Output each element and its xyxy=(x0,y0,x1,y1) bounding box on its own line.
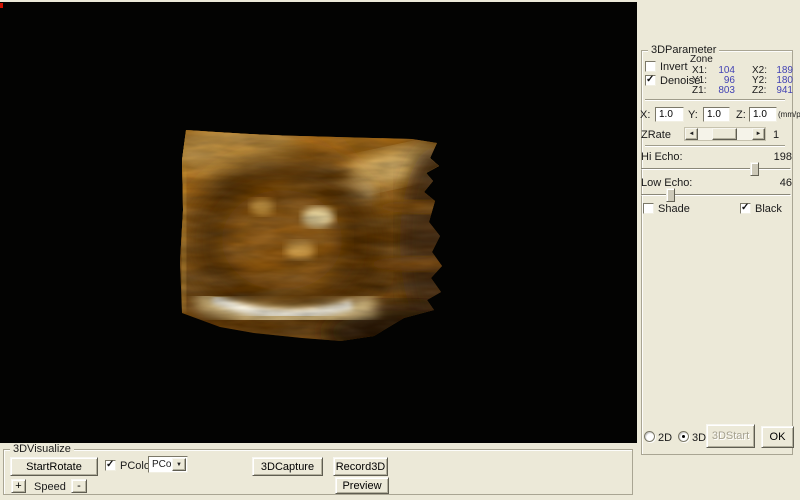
y-scale-label: Y: xyxy=(688,109,698,121)
check-icon: ✓ xyxy=(646,74,655,85)
invert-checkbox[interactable]: ✓ xyxy=(645,61,656,72)
preview-button[interactable]: Preview xyxy=(335,477,389,494)
record-3d-button[interactable]: Record3D xyxy=(333,457,388,476)
hi-echo-slider-thumb[interactable] xyxy=(750,162,759,176)
check-icon: ✓ xyxy=(741,202,750,213)
black-label: Black xyxy=(755,203,782,215)
ultrasound-render xyxy=(180,130,442,341)
pcolor-checkbox[interactable]: ✓ xyxy=(105,459,116,471)
shade-label: Shade xyxy=(658,203,690,215)
low-echo-slider-track[interactable] xyxy=(641,194,791,196)
speed-plus-button[interactable]: + xyxy=(11,479,26,493)
y-scale-input[interactable] xyxy=(703,107,730,122)
hi-echo-slider[interactable] xyxy=(641,162,791,176)
visualize-panel: 3DVisualize StartRotate + Speed - ✓ PCol… xyxy=(0,443,637,500)
divider xyxy=(645,145,785,147)
scale-unit-label: (mm/p) xyxy=(778,110,800,119)
zone-z2-value: 941 xyxy=(776,85,793,96)
zrate-label: ZRate xyxy=(641,129,671,141)
low-echo-slider-thumb[interactable] xyxy=(666,188,675,202)
x-scale-label: X: xyxy=(640,109,651,121)
visualize-group-title: 3DVisualize xyxy=(10,444,74,455)
divider xyxy=(645,99,785,101)
ok-button[interactable]: OK xyxy=(761,426,794,448)
capture-3d-button[interactable]: 3DCapture xyxy=(252,457,323,476)
pcolor-select-arrow-button[interactable]: ▼ xyxy=(172,458,186,471)
zrate-right-arrow-button[interactable]: ► xyxy=(752,128,765,140)
mode-2d-label: 2D xyxy=(658,432,673,444)
mode-3d-radio[interactable] xyxy=(678,431,689,442)
mode-3d-label: 3D xyxy=(692,432,707,444)
mode-2d-radio[interactable] xyxy=(644,431,655,442)
z-scale-input[interactable] xyxy=(749,107,777,122)
start3d-button[interactable]: 3DStart xyxy=(706,424,755,448)
zone-title: Zone xyxy=(690,54,713,65)
render-viewport[interactable] xyxy=(0,2,637,443)
pcolor-select[interactable]: PColor ▼ xyxy=(148,456,188,473)
arrow-left-icon: ◄ xyxy=(688,131,695,137)
arrow-right-icon: ► xyxy=(755,131,762,137)
x-scale-input[interactable] xyxy=(655,107,684,122)
invert-label: Invert xyxy=(660,61,688,73)
denoise-checkbox[interactable]: ✓ xyxy=(645,74,656,86)
chevron-down-icon: ▼ xyxy=(176,461,182,468)
speed-minus-button[interactable]: - xyxy=(71,479,87,493)
low-echo-slider[interactable] xyxy=(641,188,791,202)
shade-checkbox[interactable]: ✓ xyxy=(643,203,654,214)
speed-label: Speed xyxy=(34,481,66,493)
zrate-left-arrow-button[interactable]: ◄ xyxy=(685,128,698,140)
zrate-value: 1 xyxy=(773,129,780,141)
black-checkbox[interactable]: ✓ xyxy=(740,202,751,214)
viewport-corner-marker xyxy=(0,3,3,8)
check-icon: ✓ xyxy=(106,459,115,470)
parameter-panel: 3DParameter ✓ Invert ✓ Denoise Zone X1: … xyxy=(637,0,800,500)
start-rotate-button[interactable]: StartRotate xyxy=(10,457,98,476)
application-window: 3DParameter ✓ Invert ✓ Denoise Zone X1: … xyxy=(0,0,800,500)
zrate-scrollbar-thumb[interactable] xyxy=(712,128,737,140)
z-scale-label: Z: xyxy=(736,109,746,121)
zrate-scrollbar[interactable]: ◄ ► xyxy=(684,127,766,141)
hi-echo-slider-track[interactable] xyxy=(641,168,791,170)
zone-z1-value: 803 xyxy=(718,85,735,96)
